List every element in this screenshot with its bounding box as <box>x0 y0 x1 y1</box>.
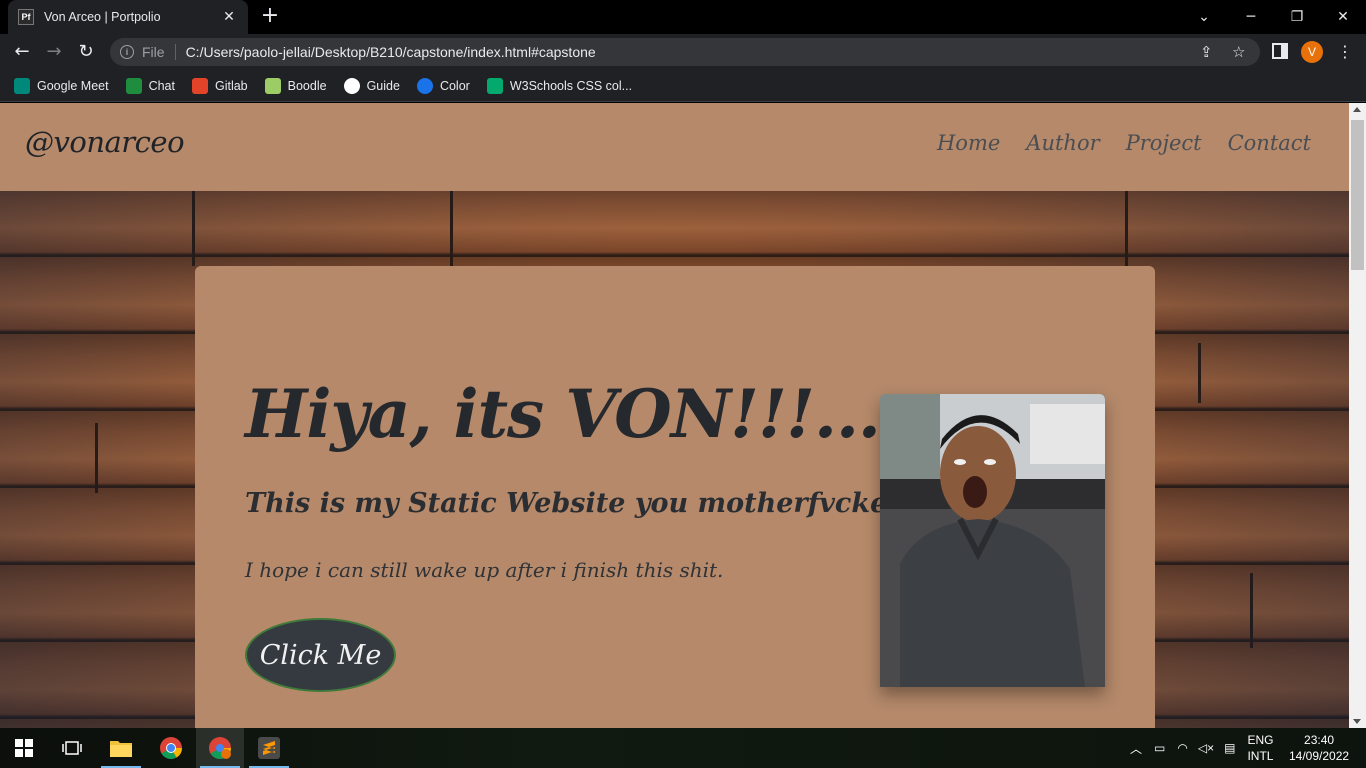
page-viewport: @vonarceo Home Author Project Contact Hi… <box>0 103 1349 728</box>
share-icon[interactable]: ⇪ <box>1200 43 1213 61</box>
side-panel-icon[interactable] <box>1272 43 1288 59</box>
bookmark-color[interactable]: Color <box>416 77 470 94</box>
page-scrollbar[interactable] <box>1349 103 1366 728</box>
new-tab-button[interactable]: + <box>258 5 282 29</box>
profile-photo <box>880 394 1105 687</box>
bookmark-guide[interactable]: Guide <box>343 77 400 94</box>
w3schools-icon <box>486 77 503 94</box>
bookmark-star-icon[interactable]: ☆ <box>1232 43 1245 61</box>
url-text[interactable]: C:/Users/paolo-jellai/Desktop/B210/capst… <box>186 44 596 60</box>
nav-project[interactable]: Project <box>1126 131 1202 155</box>
scroll-thumb[interactable] <box>1351 120 1364 270</box>
input-language[interactable]: ENG INTL <box>1247 732 1273 764</box>
windows-taskbar: ︿ ▭ ◠ ◁× ▤ ENG INTL 23:40 14/09/2022 <box>0 728 1366 768</box>
nav-links: Home Author Project Contact <box>911 131 1311 155</box>
taskbar-chrome[interactable] <box>147 728 195 768</box>
tab-close-icon[interactable]: ✕ <box>220 9 238 25</box>
chat-icon <box>125 77 142 94</box>
bookmark-boodle[interactable]: Boodle <box>264 77 327 94</box>
taskbar-file-explorer[interactable] <box>97 728 145 768</box>
scheme-label: File <box>142 44 165 60</box>
browser-tab[interactable]: Pf Von Arceo | Portpolio ✕ <box>8 0 248 34</box>
network-icon[interactable]: ◠ <box>1177 741 1187 755</box>
restore-button[interactable]: ❐ <box>1274 0 1320 34</box>
scroll-up-arrow-icon[interactable] <box>1353 107 1361 112</box>
show-hidden-icons-chevron-icon[interactable]: ︿ <box>1130 740 1142 757</box>
bookmark-label: Guide <box>366 78 400 93</box>
bookmark-label: W3Schools CSS col... <box>509 78 633 93</box>
taskbar-sublime-text[interactable] <box>245 728 293 768</box>
reload-button[interactable]: ↻ <box>74 40 98 64</box>
close-window-button[interactable]: ✕ <box>1320 0 1366 34</box>
hero-headline: Hiya, its VON!!!... <box>245 375 881 453</box>
tab-search-chevron-icon[interactable]: ⌄ <box>1181 0 1227 34</box>
folder-icon <box>110 741 132 757</box>
bookmark-gitlab[interactable]: Gitlab <box>191 77 248 94</box>
globe-icon <box>343 77 360 94</box>
portfolio-favicon-icon: Pf <box>18 9 34 25</box>
keyboard-layout: INTL <box>1247 749 1274 763</box>
taskbar-chrome-profile[interactable] <box>196 728 244 768</box>
bookmark-google-meet[interactable]: Google Meet <box>14 77 109 94</box>
bookmark-label: Boodle <box>287 78 327 93</box>
notification-icon[interactable]: ▤ <box>1224 741 1235 755</box>
hero-tagline: I hope i can still wake up after i finis… <box>245 558 724 582</box>
back-button[interactable]: ← <box>10 40 34 64</box>
clock-time: 23:40 <box>1304 733 1335 747</box>
omnibox-divider <box>174 44 176 60</box>
site-brand[interactable]: @vonarceo <box>25 125 185 159</box>
volume-muted-icon[interactable]: ◁× <box>1198 741 1214 755</box>
forward-button[interactable]: → <box>42 40 66 64</box>
nav-home[interactable]: Home <box>937 131 1000 155</box>
scroll-down-arrow-icon[interactable] <box>1353 719 1361 724</box>
color-icon <box>416 77 433 94</box>
gitlab-icon <box>191 77 208 94</box>
click-me-button[interactable]: Click Me <box>245 618 396 692</box>
nav-contact[interactable]: Contact <box>1228 131 1311 155</box>
menu-kebab-icon[interactable]: ⋮ <box>1337 41 1353 63</box>
address-bar[interactable]: i File C:/Users/paolo-jellai/Desktop/B21… <box>110 38 1260 66</box>
clock-date: 14/09/2022 <box>1289 749 1350 763</box>
bookmark-chat[interactable]: Chat <box>125 77 175 94</box>
sublime-text-icon <box>258 737 280 759</box>
windows-logo-icon <box>15 739 33 757</box>
minimize-button[interactable]: ─ <box>1228 0 1274 34</box>
battery-icon[interactable]: ▭ <box>1154 741 1165 755</box>
bookmark-label: Gitlab <box>214 78 248 93</box>
task-view-button[interactable] <box>48 728 96 768</box>
bookmark-label: Color <box>439 78 470 93</box>
bookmark-w3schools[interactable]: W3Schools CSS col... <box>486 77 633 94</box>
bookmark-label: Chat <box>148 78 175 93</box>
site-info-icon[interactable]: i <box>120 45 134 59</box>
site-navbar: @vonarceo Home Author Project Contact <box>0 103 1349 191</box>
bookmark-label: Google Meet <box>37 78 109 93</box>
chrome-profile-icon <box>209 737 231 759</box>
google-meet-icon <box>14 77 30 94</box>
boodle-icon <box>264 77 281 94</box>
start-button[interactable] <box>0 728 48 768</box>
chrome-icon <box>160 737 182 759</box>
browser-toolbar: ← → ↻ i File C:/Users/paolo-jellai/Deskt… <box>0 34 1366 70</box>
nav-author[interactable]: Author <box>1026 131 1099 155</box>
bookmarks-bar: Google Meet Chat Gitlab Boodle Guide Col… <box>0 70 1366 102</box>
language-code: ENG <box>1247 733 1274 747</box>
tab-title: Von Arceo | Portpolio <box>44 10 161 24</box>
hero-subheading: This is my Static Website you motherfvck… <box>245 488 902 519</box>
clock[interactable]: 23:40 14/09/2022 <box>1289 728 1349 768</box>
profile-photo-illustration <box>880 394 1105 687</box>
task-view-icon <box>62 741 82 755</box>
hero-card: Hiya, its VON!!!... This is my Static We… <box>195 266 1155 728</box>
system-tray: ︿ ▭ ◠ ◁× ▤ ENG INTL <box>1130 728 1273 768</box>
tab-strip: Pf Von Arceo | Portpolio ✕ + ⌄ ─ ❐ ✕ <box>0 0 1366 34</box>
profile-avatar[interactable]: V <box>1301 41 1323 63</box>
